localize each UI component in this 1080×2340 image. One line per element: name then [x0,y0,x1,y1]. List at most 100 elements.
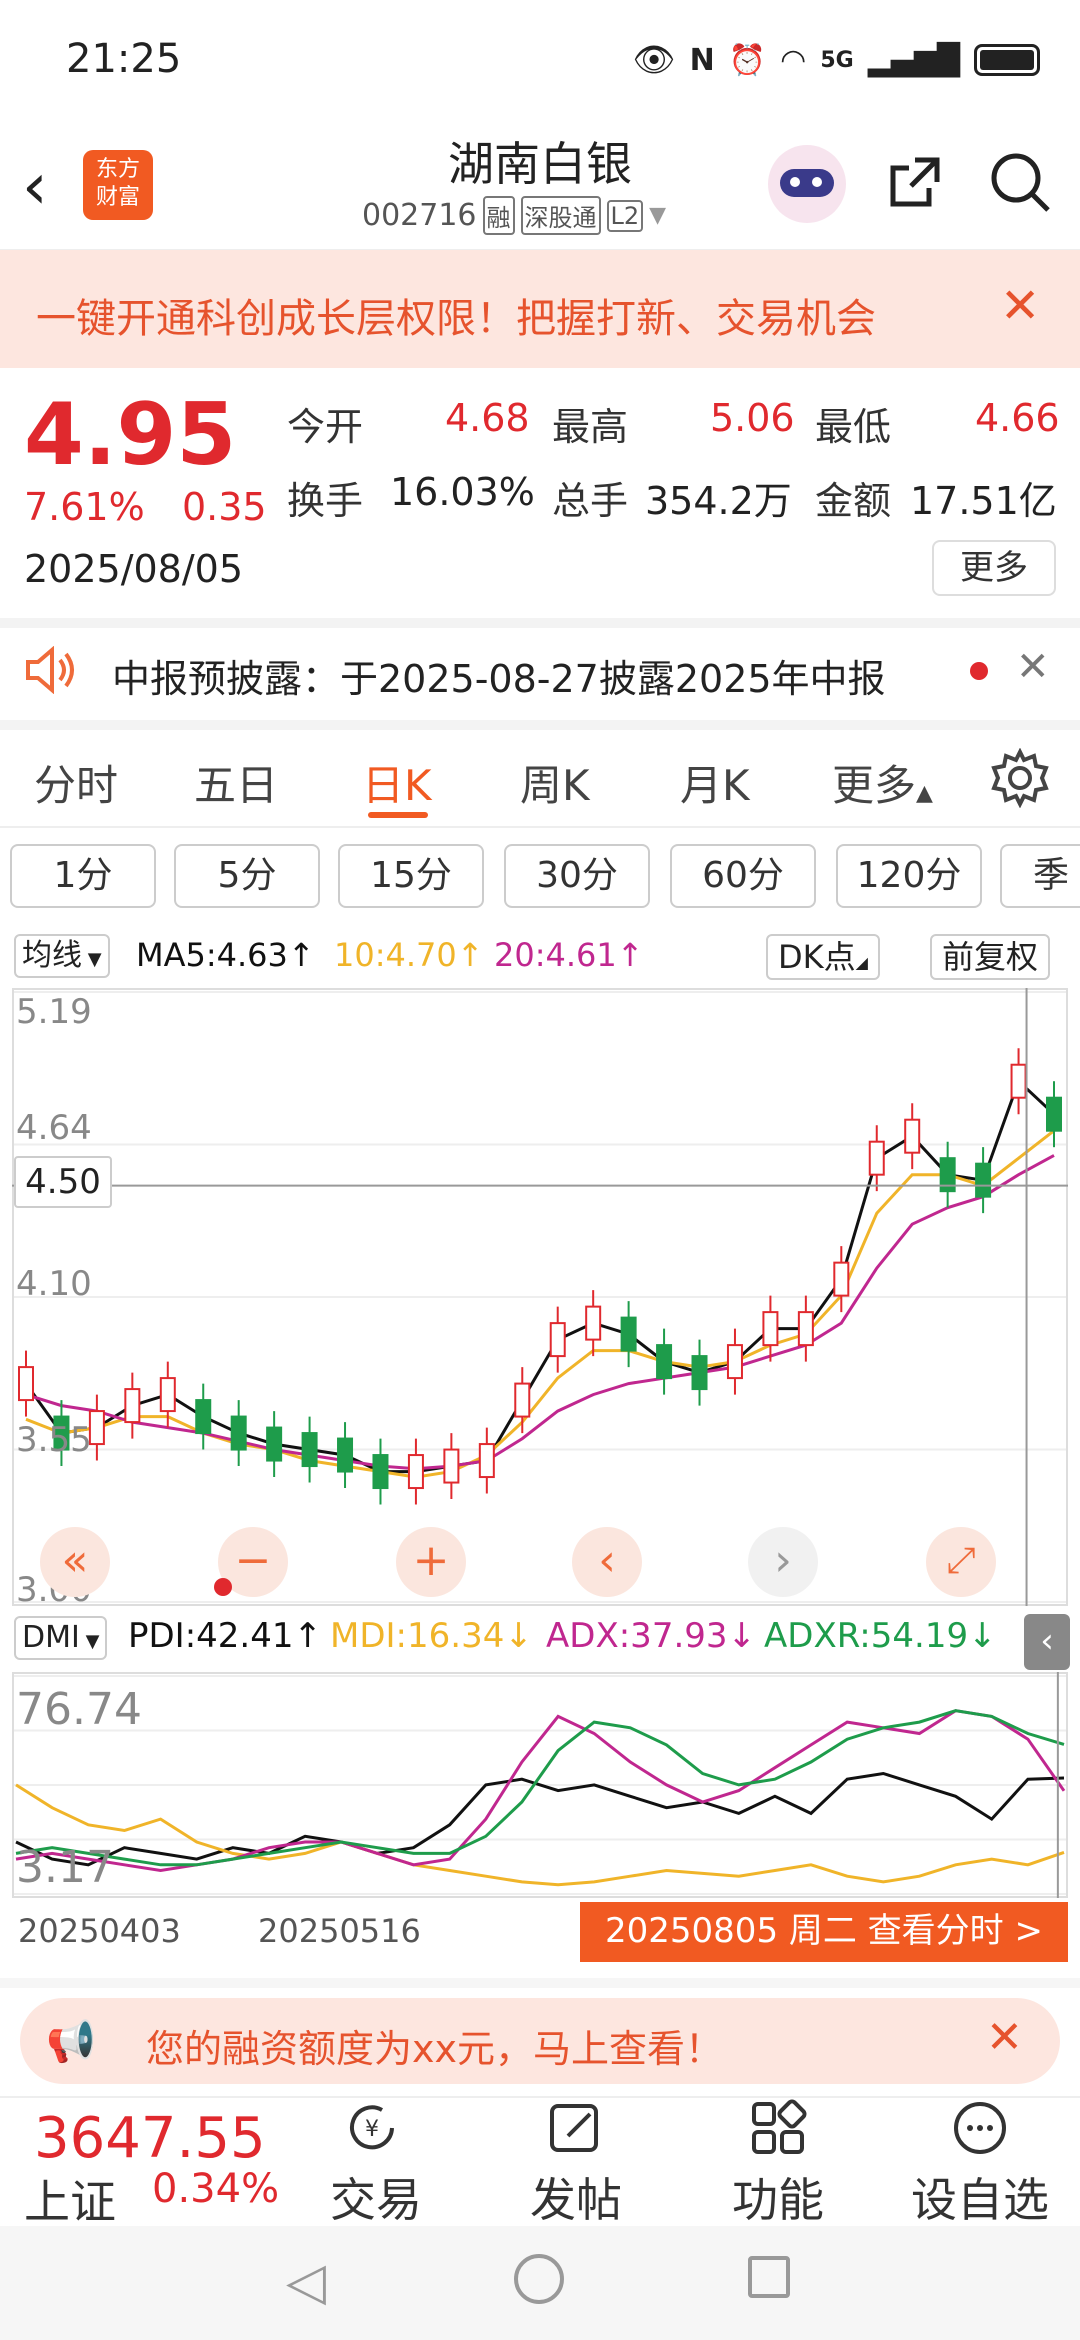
candle-body [762,1311,779,1347]
dmi-chart[interactable] [12,1672,1068,1898]
chevron-down-icon: ▼ [82,949,102,970]
index-name: 上证 [24,2175,116,2229]
ma5-text: MA5:4.63 [136,936,288,974]
candle-body [868,1140,885,1176]
recent-apps-icon[interactable] [748,2256,790,2298]
margin-notice-text: 您的融资额度为xx元，马上查看！ [146,2027,723,2071]
low-label: 最低 [815,405,892,449]
tag-connect: 深股通 [520,196,601,235]
nfc-icon: N [689,42,715,78]
ma-selector[interactable]: 均线 ▼ [14,934,110,978]
interval-quarter[interactable]: 季 [1000,844,1080,908]
arrow-down-icon: ↓ [727,1616,757,1656]
volume-value: 354.2万 [645,479,792,523]
close-icon[interactable]: ✕ [986,2012,1023,2063]
index-value[interactable]: 3647.55 [34,2106,266,2171]
series-line-adxr [15,1709,1065,1867]
current-price: 4.95 [24,385,237,485]
candle-body [18,1366,34,1402]
home-nav-icon[interactable] [514,2254,564,2304]
mdi-text: MDI:16.34 [330,1616,505,1656]
date-badge-button[interactable]: 20250805 周二 查看分时 > [580,1902,1068,1962]
arrow-up-icon: ↑ [293,1616,323,1656]
candle-body [443,1448,460,1484]
price-cursor-value: 4.50 [25,1162,101,1202]
nav-trade[interactable]: 交易 [306,2164,446,2230]
ma5-value: MA5:4.63↑ [136,936,315,974]
candle-body [337,1437,354,1473]
tab-active-indicator [368,812,428,818]
wifi-icon: ◠ [780,42,807,78]
quote-date: 2025/08/05 [24,547,244,591]
gear-icon[interactable] [990,747,1050,809]
candle-body [195,1399,212,1435]
tab-daily-k[interactable]: 日K [362,752,432,813]
stock-code-row[interactable]: 002716 融 深股通 L2 ▼ [362,196,666,235]
series-line-ma5 [24,1078,1056,1474]
next-button[interactable]: › [748,1527,818,1597]
tab-more-label: 更多 [832,761,917,810]
rewind-button[interactable]: « [40,1527,110,1597]
corner-arrow-icon: ◢ [855,953,868,972]
candle-body [691,1355,708,1391]
tab-more[interactable]: 更多▲ [832,752,933,813]
nav-post[interactable]: 发帖 [506,2164,646,2230]
kline-chart[interactable] [12,988,1068,1606]
interval-120min[interactable]: 120分 [836,844,982,908]
signal-icon: ▂▄▆█ [867,42,960,78]
back-nav-icon[interactable]: ◁ [286,2252,326,2312]
arrow-up-icon: ↑ [287,936,315,974]
interval-1min[interactable]: 1分 [10,844,156,908]
megaphone-icon: 📢 [46,2019,96,2065]
more-button[interactable]: 更多 [932,540,1056,596]
dk-point-label: DK点 [778,938,856,976]
adjust-button[interactable]: 前复权 [930,934,1051,980]
tab-intraday[interactable]: 分时 [34,752,118,813]
dmi-selector[interactable]: DMI ▼ [14,1616,108,1660]
margin-notice[interactable]: 📢 您的融资额度为xx元，马上查看！ ✕ [20,1998,1060,2084]
candle-body [904,1118,921,1154]
adx-value: ADX:37.93↓ [546,1616,756,1656]
fullscreen-icon[interactable]: ⤢ [926,1527,996,1597]
svg-text:¥: ¥ [365,2117,379,2142]
interval-5min[interactable]: 5分 [174,844,320,908]
chevron-down-icon: ▼ [649,203,667,228]
interval-15min[interactable]: 15分 [338,844,484,908]
zoom-in-button[interactable]: + [396,1527,466,1597]
close-icon[interactable]: ✕ [1000,278,1040,334]
candle-body [230,1415,247,1451]
price-axis-top: 5.19 [16,992,92,1032]
robot-assistant-icon[interactable] [768,145,846,223]
ma20-text: 20:4.61 [494,936,617,974]
nav-add-watchlist[interactable]: 设自选 [900,2164,1060,2230]
candle-body [372,1454,389,1490]
more-label: 更多 [960,548,1028,588]
promo-banner[interactable]: 一键开通科创成长层权限！把握打新、交易机会 ✕ [0,250,1080,368]
interval-30min[interactable]: 30分 [504,844,650,908]
candle-body [726,1344,743,1380]
tab-weekly-k[interactable]: 周K [520,752,590,813]
turnover-label: 换手 [287,479,364,523]
status-bar: 21:25 👁 N ⏰ ◠ 5G ▂▄▆█ [0,0,1080,120]
share-icon[interactable] [885,152,945,212]
prev-button[interactable]: ‹ [572,1527,642,1597]
ma-selector-label: 均线 [22,938,82,973]
interval-60min[interactable]: 60分 [670,844,816,908]
search-icon[interactable] [988,150,1052,214]
tab-monthly-k[interactable]: 月K [680,752,750,813]
nav-function[interactable]: 功能 [708,2164,848,2230]
price-axis-upper: 4.64 [16,1108,92,1148]
tab-five-day[interactable]: 五日 [194,752,278,813]
dmi-selector-label: DMI [22,1620,80,1655]
dk-point-button[interactable]: DK点◢ [766,934,880,980]
candle-body [1010,1063,1027,1099]
candle-body [656,1344,673,1380]
close-icon[interactable]: ✕ [1016,644,1050,690]
notice-text[interactable]: 中报预披露：于2025-08-27披露2025年中报 [112,648,886,703]
open-label: 今开 [287,405,364,449]
candle-body [514,1382,531,1418]
collapse-panel-button[interactable]: ‹ [1024,1614,1070,1670]
arrow-down-icon: ↓ [504,1616,533,1656]
function-icon [748,2098,808,2158]
low-value: 4.66 [975,396,1060,440]
